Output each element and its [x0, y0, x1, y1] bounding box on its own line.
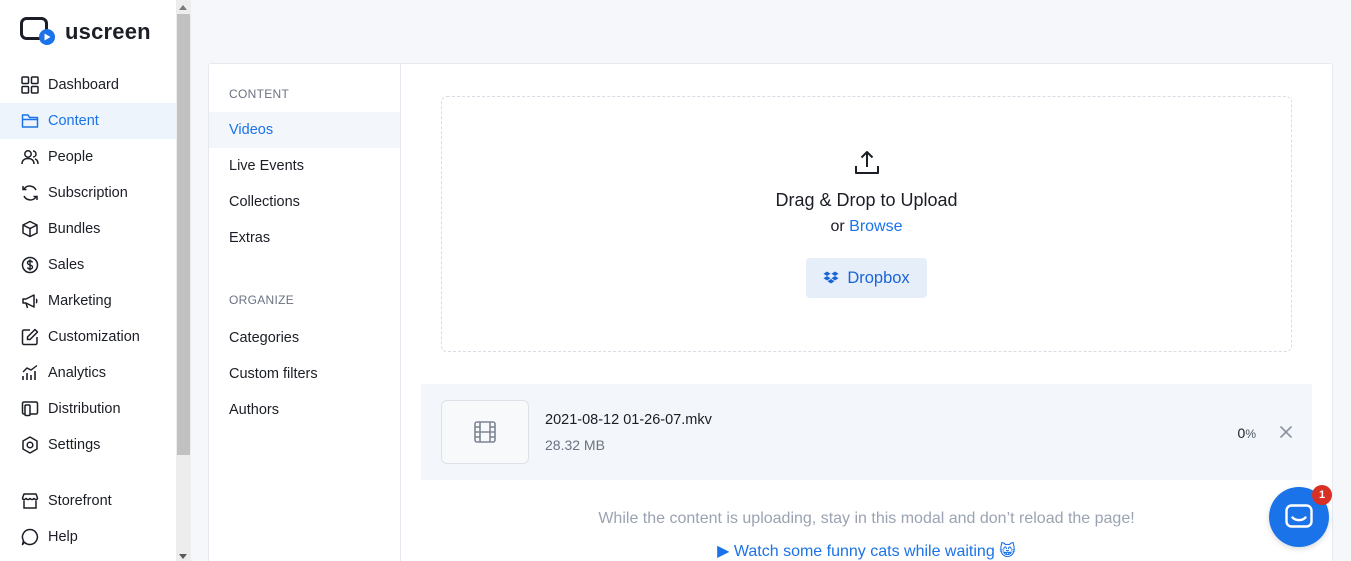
folder-icon — [20, 111, 40, 131]
sidebar-item-bundles[interactable]: Bundles — [0, 211, 176, 247]
sidebar-item-label: Dashboard — [48, 77, 119, 93]
dropbox-label: Dropbox — [847, 268, 910, 287]
sidebar-item-label: People — [48, 149, 94, 165]
sidebar-item-content[interactable]: Content — [0, 103, 176, 139]
subnav-item-custom-filters[interactable]: Custom filters — [209, 356, 400, 392]
file-name: 2021-08-12 01-26-07.mkv — [545, 412, 712, 428]
upload-icon — [853, 149, 881, 177]
funny-cats-link[interactable]: ▶ Watch some funny cats while waiting 😸 — [421, 541, 1312, 561]
sidebar-item-label: Bundles — [48, 221, 101, 237]
scroll-down-arrow-icon[interactable] — [179, 554, 187, 559]
cancel-upload-close-icon[interactable] — [1278, 424, 1294, 440]
film-icon — [474, 421, 496, 443]
chat-icon — [1285, 504, 1313, 528]
sidebar-item-subscription[interactable]: Subscription — [0, 175, 176, 211]
uscreen-logo-icon — [20, 17, 56, 47]
megaphone-icon — [20, 291, 40, 311]
subscription-icon — [20, 183, 40, 203]
people-icon — [20, 147, 40, 167]
browse-link[interactable]: Browse — [849, 218, 902, 235]
subnav-heading-organize: ORGANIZE — [229, 293, 295, 307]
sidebar-item-help[interactable]: Help — [0, 519, 176, 555]
sidebar-item-label: Distribution — [48, 401, 121, 417]
dropzone-or-line: or Browse — [442, 218, 1291, 236]
upload-dropzone[interactable]: Drag & Drop to Upload or Browse Dropbox — [441, 96, 1292, 352]
sidebar-item-label: Settings — [48, 437, 101, 453]
subnav-heading-content: CONTENT — [229, 87, 290, 101]
subnav-item-live-events[interactable]: Live Events — [209, 148, 400, 184]
subnav-item-collections[interactable]: Collections — [209, 184, 400, 220]
upload-progress: 0% — [1238, 425, 1256, 441]
file-size: 28.32 MB — [545, 437, 605, 453]
sidebar-item-storefront[interactable]: Storefront — [0, 483, 176, 519]
sidebar-item-label: Analytics — [48, 365, 107, 381]
sidebar-scrollbar[interactable] — [176, 0, 191, 561]
nav-gap — [0, 463, 176, 483]
chat-notification-badge: 1 — [1312, 485, 1332, 505]
logo[interactable]: uscreen — [20, 17, 151, 47]
scroll-up-arrow-icon[interactable] — [179, 5, 187, 10]
sidebar-item-dashboard[interactable]: Dashboard — [0, 67, 176, 103]
sidebar-item-people[interactable]: People — [0, 139, 176, 175]
help-icon — [20, 527, 40, 547]
sidebar-item-marketing[interactable]: Marketing — [0, 283, 176, 319]
dollar-icon — [20, 255, 40, 275]
sidebar-item-label: Subscription — [48, 185, 128, 201]
subnav-item-authors[interactable]: Authors — [209, 392, 400, 428]
subnav-item-videos[interactable]: Videos — [209, 112, 400, 148]
content-panel: CONTENT Videos Live Events Collections E… — [208, 63, 1333, 561]
subnav-item-extras[interactable]: Extras — [209, 220, 400, 256]
sidebar-item-customization[interactable]: Customization — [0, 319, 176, 355]
sidebar: uscreen Dashboard Content People Subscri… — [0, 0, 176, 561]
file-thumbnail — [441, 400, 529, 464]
dropzone-title: Drag & Drop to Upload — [775, 190, 958, 210]
dashboard-icon — [20, 75, 40, 95]
settings-icon — [20, 435, 40, 455]
sidebar-item-distribution[interactable]: Distribution — [0, 391, 176, 427]
sidebar-item-label: Customization — [48, 329, 140, 345]
sidebar-item-label: Storefront — [48, 493, 112, 509]
content-subnav: CONTENT Videos Live Events Collections E… — [209, 64, 401, 561]
sidebar-item-label: Sales — [48, 257, 85, 273]
analytics-icon — [20, 363, 40, 383]
sidebar-item-label: Help — [48, 529, 78, 545]
sidebar-item-analytics[interactable]: Analytics — [0, 355, 176, 391]
sidebar-item-label: Marketing — [48, 293, 112, 309]
devices-icon — [20, 399, 40, 419]
dropbox-icon — [823, 271, 839, 284]
logo-text: uscreen — [65, 19, 151, 44]
upload-progress-unit: % — [1245, 427, 1256, 441]
subnav-item-categories[interactable]: Categories — [209, 320, 400, 356]
upload-notice: While the content is uploading, stay in … — [598, 510, 1135, 527]
sidebar-item-settings[interactable]: Settings — [0, 427, 176, 463]
sidebar-item-label: Content — [48, 113, 99, 129]
or-text: or — [830, 218, 845, 235]
storefront-icon — [20, 491, 40, 511]
upload-file-row: 2021-08-12 01-26-07.mkv 28.32 MB 0% — [421, 384, 1312, 480]
box-icon — [20, 219, 40, 239]
scrollbar-thumb[interactable] — [177, 14, 190, 455]
sidebar-nav: Dashboard Content People Subscription Bu… — [0, 67, 176, 555]
sidebar-item-sales[interactable]: Sales — [0, 247, 176, 283]
edit-icon — [20, 327, 40, 347]
dropbox-button[interactable]: Dropbox — [806, 258, 927, 298]
